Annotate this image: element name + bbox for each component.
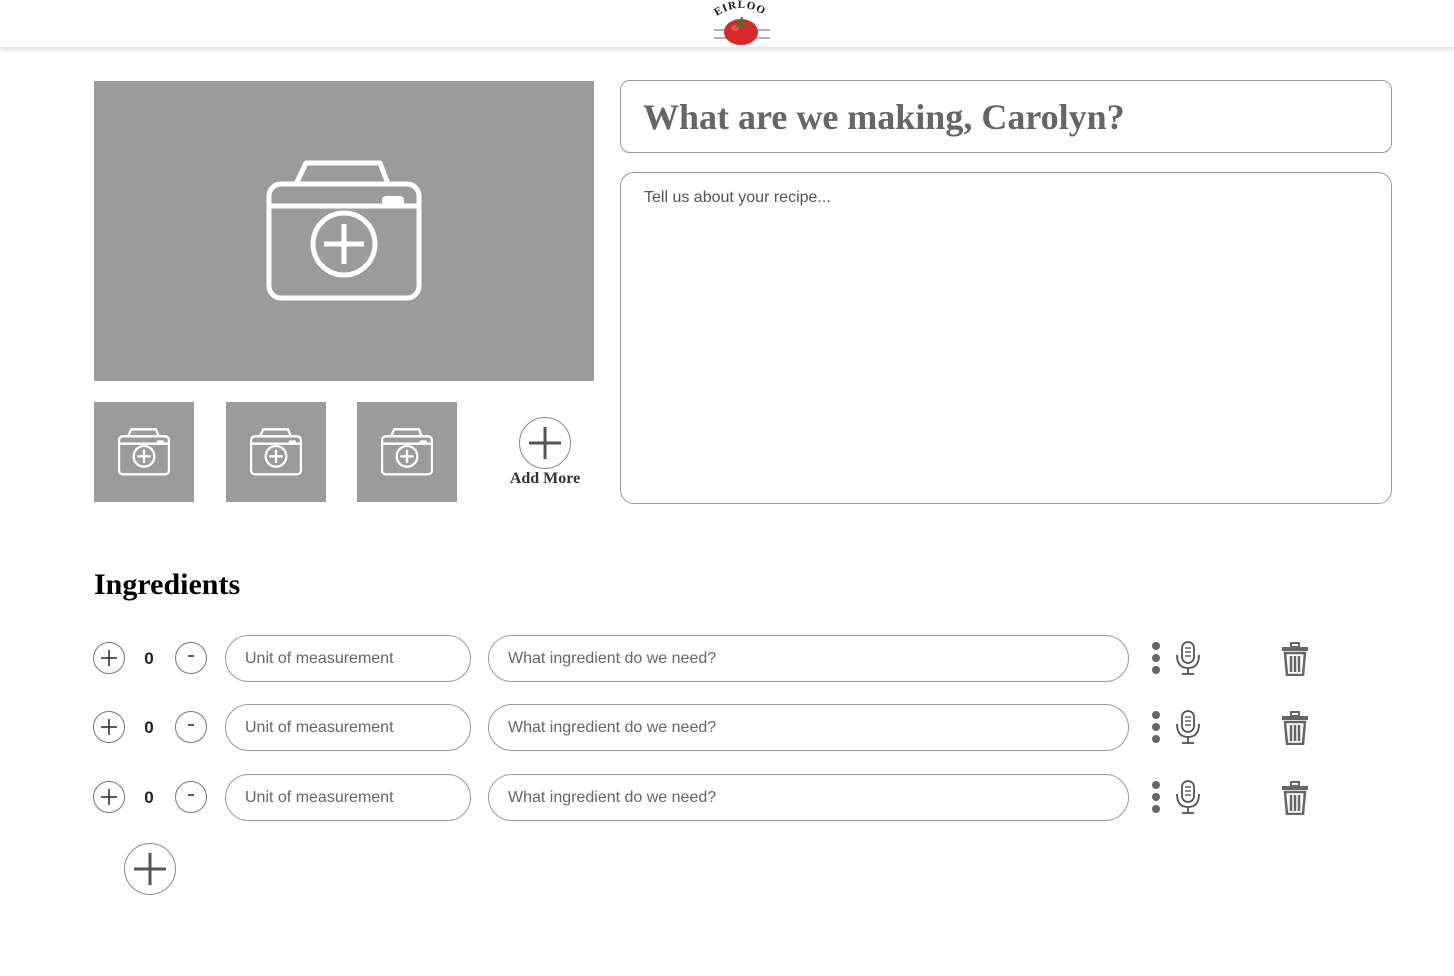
minus-icon — [188, 724, 194, 726]
more-vertical-icon[interactable] — [1148, 781, 1164, 813]
heirloom-logo[interactable]: HEIRLOOM — [702, 0, 774, 48]
svg-text:HEIRLOOM: HEIRLOOM — [708, 0, 768, 19]
quantity-value: 0 — [144, 649, 154, 668]
main-photo-upload[interactable] — [94, 81, 594, 381]
thumbnail-upload-1[interactable] — [94, 402, 194, 502]
thumbnail-upload-3[interactable] — [357, 402, 457, 502]
camera-add-icon — [266, 160, 422, 301]
decrement-button[interactable] — [175, 711, 207, 743]
ingredients-heading: Ingredients — [94, 568, 241, 601]
tomato-icon: HEIRLOOM — [702, 0, 770, 45]
plus-icon — [101, 789, 117, 805]
microphone-icon[interactable] — [1174, 641, 1202, 675]
camera-add-icon — [381, 428, 433, 476]
quantity-value: 0 — [144, 718, 154, 737]
add-ingredient-button[interactable] — [124, 843, 176, 895]
unit-input[interactable] — [225, 635, 471, 682]
ingredient-row: 0 — [0, 774, 1454, 822]
increment-button[interactable] — [93, 642, 125, 674]
microphone-icon[interactable] — [1174, 780, 1202, 814]
trash-icon[interactable] — [1280, 642, 1310, 676]
decrement-button[interactable] — [175, 642, 207, 674]
thumbnail-upload-2[interactable] — [226, 402, 326, 502]
increment-button[interactable] — [93, 711, 125, 743]
increment-button[interactable] — [93, 781, 125, 813]
recipe-title-input[interactable] — [620, 80, 1392, 153]
ingredient-row: 0 — [0, 635, 1454, 683]
plus-icon — [124, 843, 176, 895]
add-more-photos-button[interactable]: Add More — [500, 417, 590, 492]
plus-icon — [101, 650, 117, 666]
top-bar: HEIRLOOM — [0, 0, 1454, 48]
more-vertical-icon[interactable] — [1148, 642, 1164, 674]
ingredient-input[interactable] — [488, 704, 1129, 751]
ingredient-row: 0 — [0, 704, 1454, 752]
decrement-button[interactable] — [175, 781, 207, 813]
quantity-value: 0 — [144, 788, 154, 807]
ingredient-input[interactable] — [488, 635, 1129, 682]
trash-icon[interactable] — [1280, 711, 1310, 745]
recipe-description-input[interactable] — [620, 172, 1392, 504]
plus-icon — [101, 719, 117, 735]
more-vertical-icon[interactable] — [1148, 711, 1164, 743]
trash-icon[interactable] — [1280, 781, 1310, 815]
minus-icon — [188, 794, 194, 796]
add-more-label: Add More — [509, 470, 581, 487]
microphone-icon[interactable] — [1174, 710, 1202, 744]
camera-add-icon — [118, 428, 170, 476]
plus-icon — [519, 417, 571, 469]
logo-text: HEIRLOOM — [702, 0, 767, 19]
camera-add-icon — [250, 428, 302, 476]
unit-input[interactable] — [225, 704, 471, 751]
minus-icon — [188, 655, 194, 657]
ingredient-input[interactable] — [488, 774, 1129, 821]
unit-input[interactable] — [225, 774, 471, 821]
